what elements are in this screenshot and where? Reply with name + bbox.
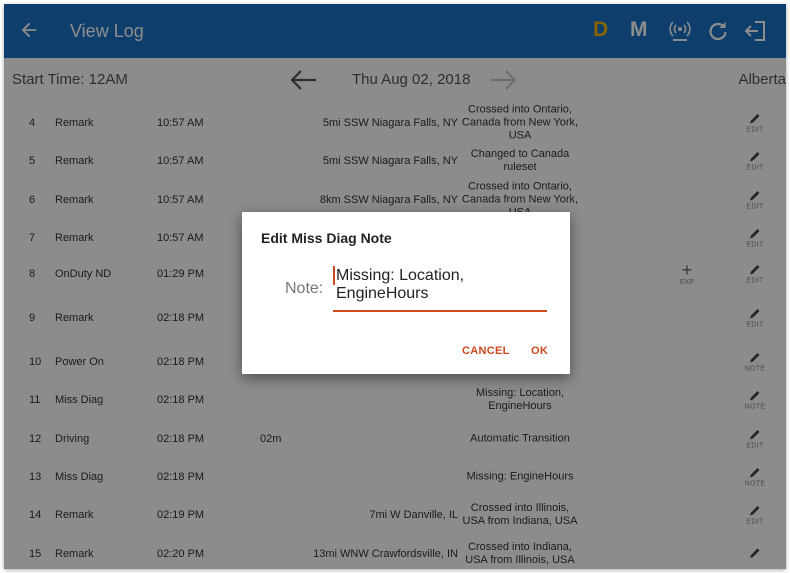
- note-input-value: Missing: Location, EngineHours: [336, 267, 465, 302]
- note-input[interactable]: Missing: Location, EngineHours: [333, 266, 547, 312]
- cancel-button[interactable]: CANCEL: [462, 345, 510, 357]
- edit-note-dialog: Edit Miss Diag Note Note: Missing: Locat…: [242, 212, 570, 374]
- note-label: Note:: [285, 280, 324, 297]
- app-screen: View Log D M Start Time: 12AM Thu Aug 02…: [4, 4, 786, 569]
- text-cursor: [333, 266, 335, 285]
- ok-button[interactable]: OK: [531, 345, 548, 357]
- dialog-title: Edit Miss Diag Note: [261, 230, 392, 246]
